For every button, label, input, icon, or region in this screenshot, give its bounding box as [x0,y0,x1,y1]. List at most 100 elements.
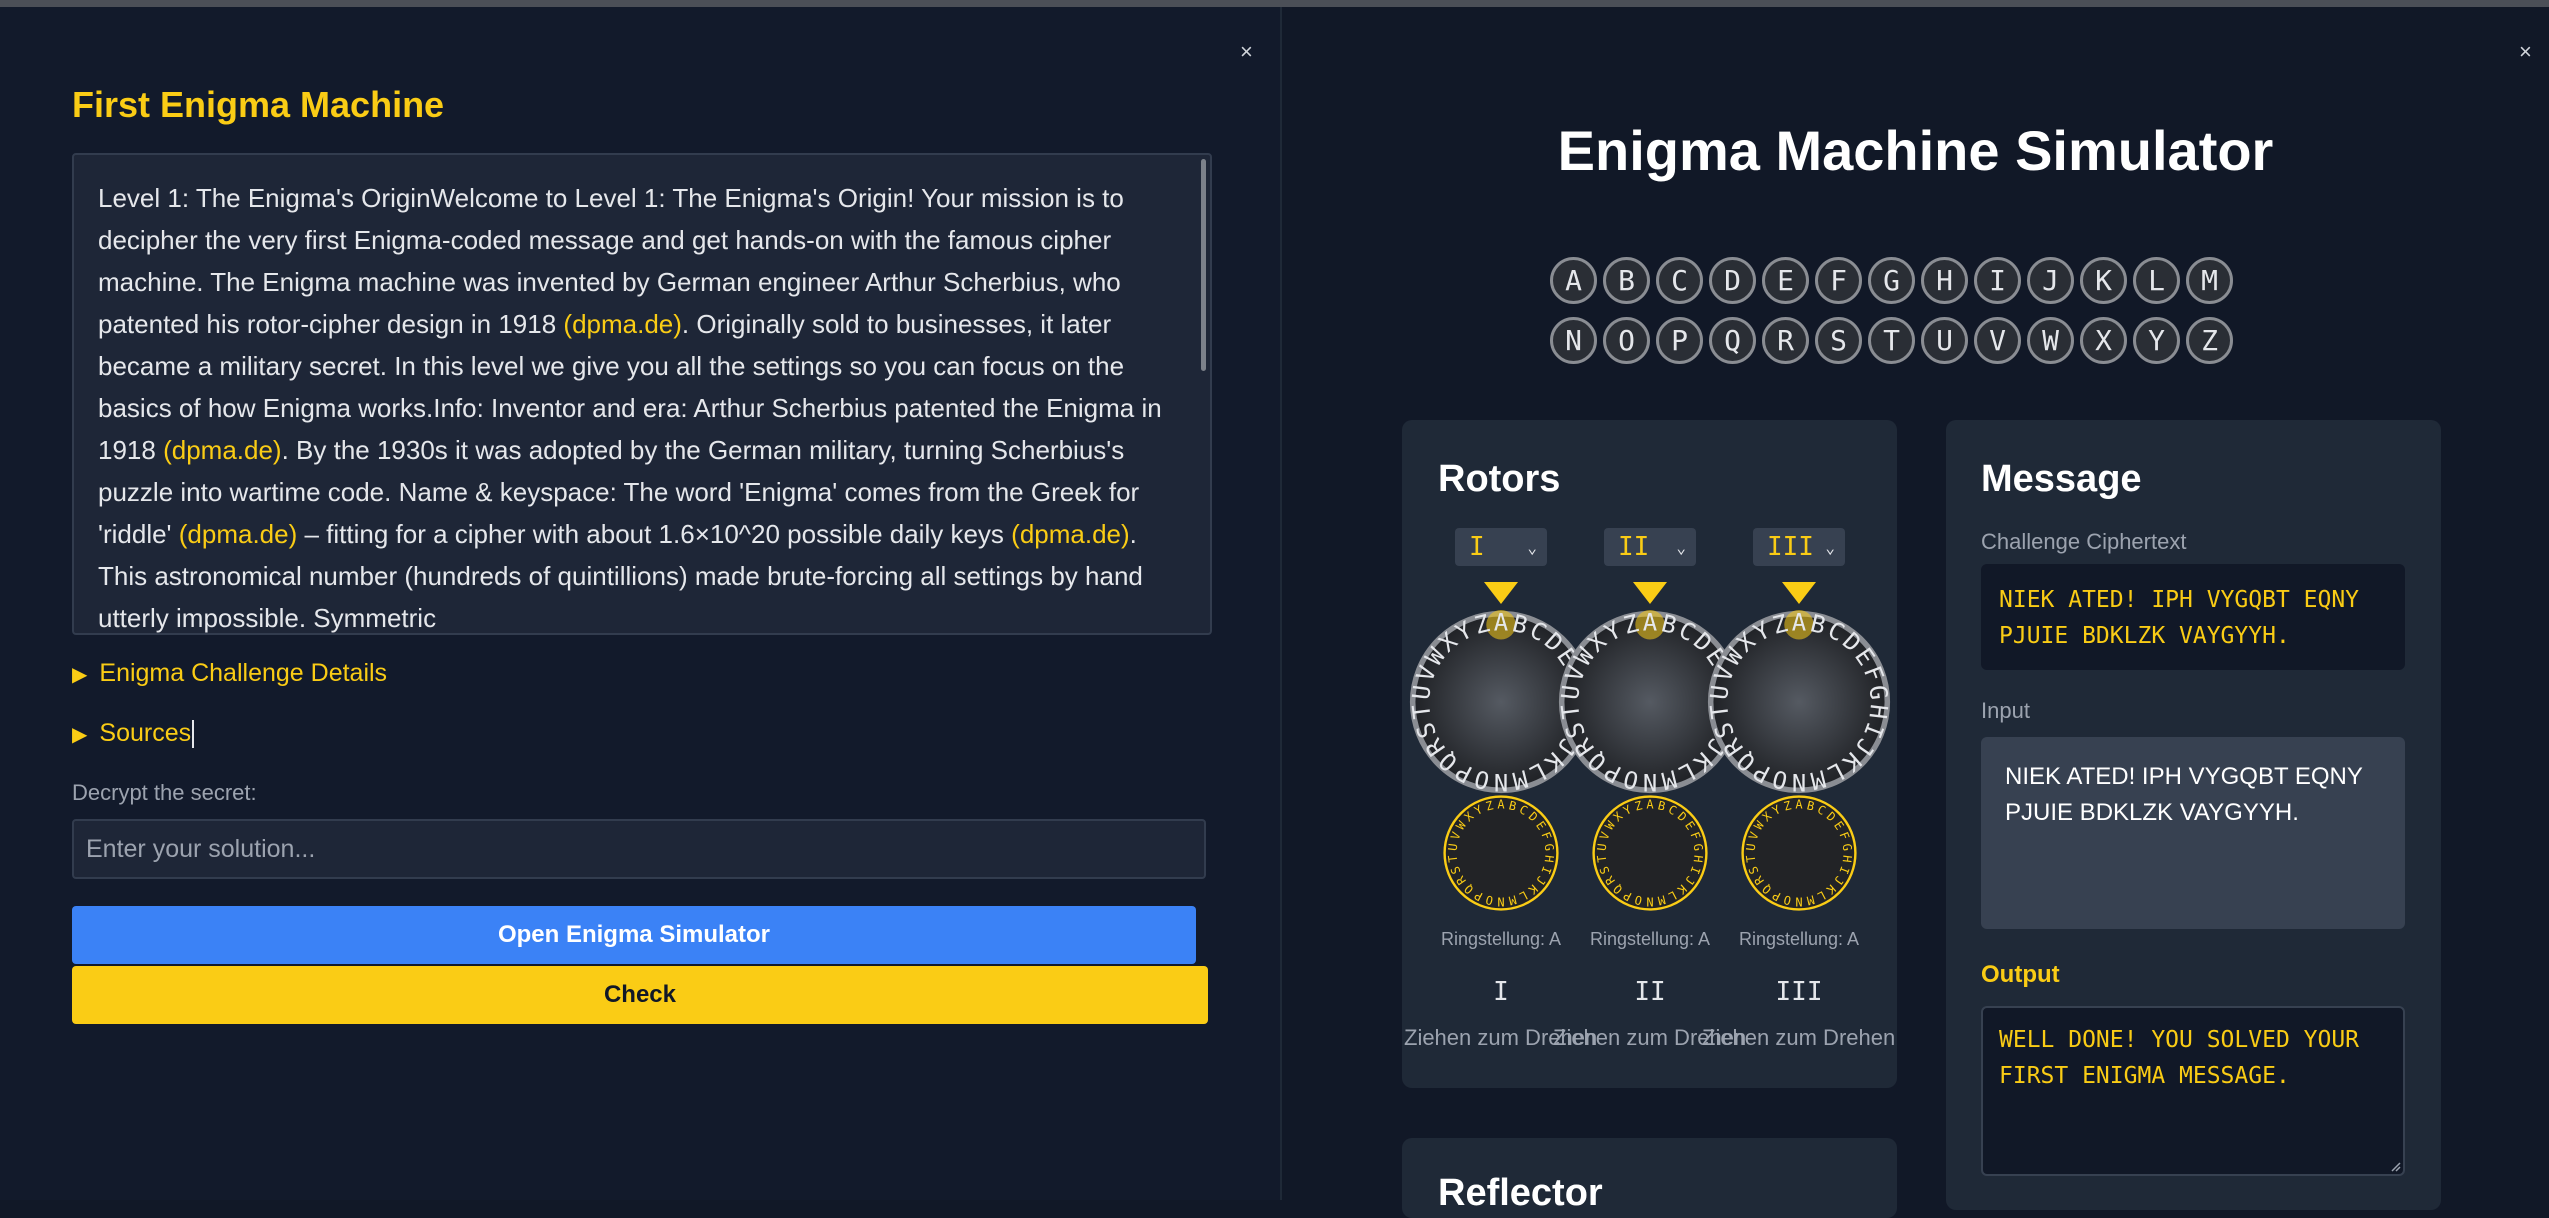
challenge-description-box[interactable]: Level 1: The Enigma's OriginWelcome to L… [72,153,1212,635]
decrypt-label: Decrypt the secret: [72,780,257,805]
expand-triangle-icon: ▶ [72,664,88,686]
ring-letter-n: N [1795,894,1802,908]
check-button[interactable]: Check [72,966,1208,1024]
source-link[interactable]: (dpma.de) [163,435,282,465]
lamp-h: H [1921,257,1968,304]
lamp-y: Y [2133,317,2180,364]
rotor-letter-t: T [1707,703,1735,721]
message-input[interactable]: NIEK ATED! IPH VYGQBT EQNY PJUIE BDKLZK … [1981,737,2405,929]
simulator-title: Enigma Machine Simulator [1557,119,2274,182]
ring-letter-a: A [1497,798,1505,812]
sources-label: Sources [99,719,192,747]
lamp-d: D [1709,257,1756,304]
source-link[interactable]: (dpma.de) [1011,519,1130,549]
lamp-z: Z [2186,317,2233,364]
message-output-text: WELL DONE! YOU SOLVED YOUR FIRST ENIGMA … [1999,1027,2360,1089]
rotor-letter-g: G [1863,684,1891,702]
rotor-3-select[interactable]: III ⌄ [1753,528,1845,566]
chevron-down-icon: ⌄ [1527,537,1537,557]
challenge-details-toggle[interactable]: ▶ Enigma Challenge Details [72,659,387,688]
message-input-text: NIEK ATED! IPH VYGQBT EQNY PJUIE BDKLZK … [2005,763,2363,826]
chevron-down-icon: ⌄ [1676,537,1686,557]
description-scrollbar[interactable] [1201,159,1206,371]
rotor-letter-n: N [1643,768,1657,794]
ciphertext: NIEK ATED! IPH VYGQBT EQNY PJUIE BDKLZK … [1999,587,2360,649]
open-simulator-button[interactable]: Open Enigma Simulator [72,906,1196,964]
source-link[interactable]: (dpma.de) [563,309,682,339]
expand-triangle-icon: ▶ [72,724,88,746]
ring-letter-n: N [1646,894,1653,908]
lamp-t: T [1868,317,1915,364]
lamp-p: P [1656,317,1703,364]
output-label: Output [1981,961,2060,988]
solution-input[interactable] [72,819,1206,879]
rotor-letter-t: T [1409,703,1437,721]
lamp-e: E [1762,257,1809,304]
rotor-numeral: III [1775,977,1823,1007]
rotor-letter-a: A [1494,610,1508,636]
rotor-letter-a: A [1792,610,1806,636]
chevron-down-icon: ⌄ [1825,537,1835,557]
lamp-q: Q [1709,317,1756,364]
ciphertext-box: NIEK ATED! IPH VYGQBT EQNY PJUIE BDKLZK … [1981,564,2405,670]
rotor-letter-n: N [1494,768,1508,794]
challenge-close-icon[interactable]: × [1240,41,1253,63]
lamp-x: X [2080,317,2127,364]
rotor-select-value: II [1618,532,1650,562]
lamp-b: B [1603,257,1650,304]
rotor-select-value: III [1767,532,1814,562]
rotor-letter-a: A [1643,610,1657,636]
rotor-letter-t: T [1558,703,1586,721]
lamp-c: C [1656,257,1703,304]
lamp-n: N [1550,317,1597,364]
lamp-u: U [1921,317,1968,364]
lamp-w: W [2027,317,2074,364]
ring-letter-n: N [1497,894,1504,908]
rotor-pointer-icon [1484,582,1518,604]
lamp-o: O [1603,317,1650,364]
lamp-g: G [1868,257,1915,304]
input-label: Input [1981,698,2030,723]
lamp-a: A [1550,257,1597,304]
drag-to-rotate-hint: Ziehen zum Drehen [1702,1025,1896,1050]
rotors-title: Rotors [1438,458,1561,500]
source-link[interactable]: (dpma.de) [179,519,298,549]
cipher-label: Challenge Ciphertext [1981,529,2187,554]
reflector-title: Reflector [1438,1172,1603,1214]
window-top-bar [0,0,2549,7]
text-cursor [192,720,195,749]
rotor-select-value: I [1469,532,1485,562]
challenge-title: First Enigma Machine [72,84,445,125]
lamp-v: V [1974,317,2021,364]
rotor-letter-n: N [1792,768,1806,794]
lamp-l: L [2133,257,2180,304]
rotor-2-select[interactable]: II ⌄ [1604,528,1696,566]
simulator-close-icon[interactable]: × [2519,41,2532,63]
lamp-s: S [1815,317,1862,364]
rotor-pointer-icon [1782,582,1816,604]
lamp-j: J [2027,257,2074,304]
lampboard-row-1: ABCDEFGHIJKLM [1550,257,2233,304]
lamp-m: M [2186,257,2233,304]
description-text: – fitting for a cipher with about 1.6×10… [297,519,1012,549]
challenge-details-label: Enigma Challenge Details [99,659,388,687]
lamp-r: R [1762,317,1809,364]
rotor-numeral: I [1493,977,1509,1007]
lampboard-row-2: NOPQRSTUVWXYZ [1550,317,2233,364]
lamp-k: K [2080,257,2127,304]
ring-setting-label: Ringstellung: A [1589,929,1711,949]
ring-setting-label: Ringstellung: A [1738,929,1860,949]
rotor-pointer-icon [1633,582,1667,604]
resize-handle-icon[interactable] [2389,1160,2401,1172]
challenge-description: Level 1: The Enigma's OriginWelcome to L… [98,177,1178,633]
ring-letter-a: A [1795,798,1803,812]
rotor-numeral: II [1634,977,1666,1007]
lamp-f: F [1815,257,1862,304]
rotor-1-select[interactable]: I ⌄ [1455,528,1547,566]
lamp-i: I [1974,257,2021,304]
ring-letter-a: A [1646,798,1654,812]
sources-toggle[interactable]: ▶ Sources [72,719,195,749]
message-title: Message [1981,458,2142,500]
message-output[interactable]: WELL DONE! YOU SOLVED YOUR FIRST ENIGMA … [1981,1006,2405,1176]
ring-setting-label: Ringstellung: A [1440,929,1562,949]
